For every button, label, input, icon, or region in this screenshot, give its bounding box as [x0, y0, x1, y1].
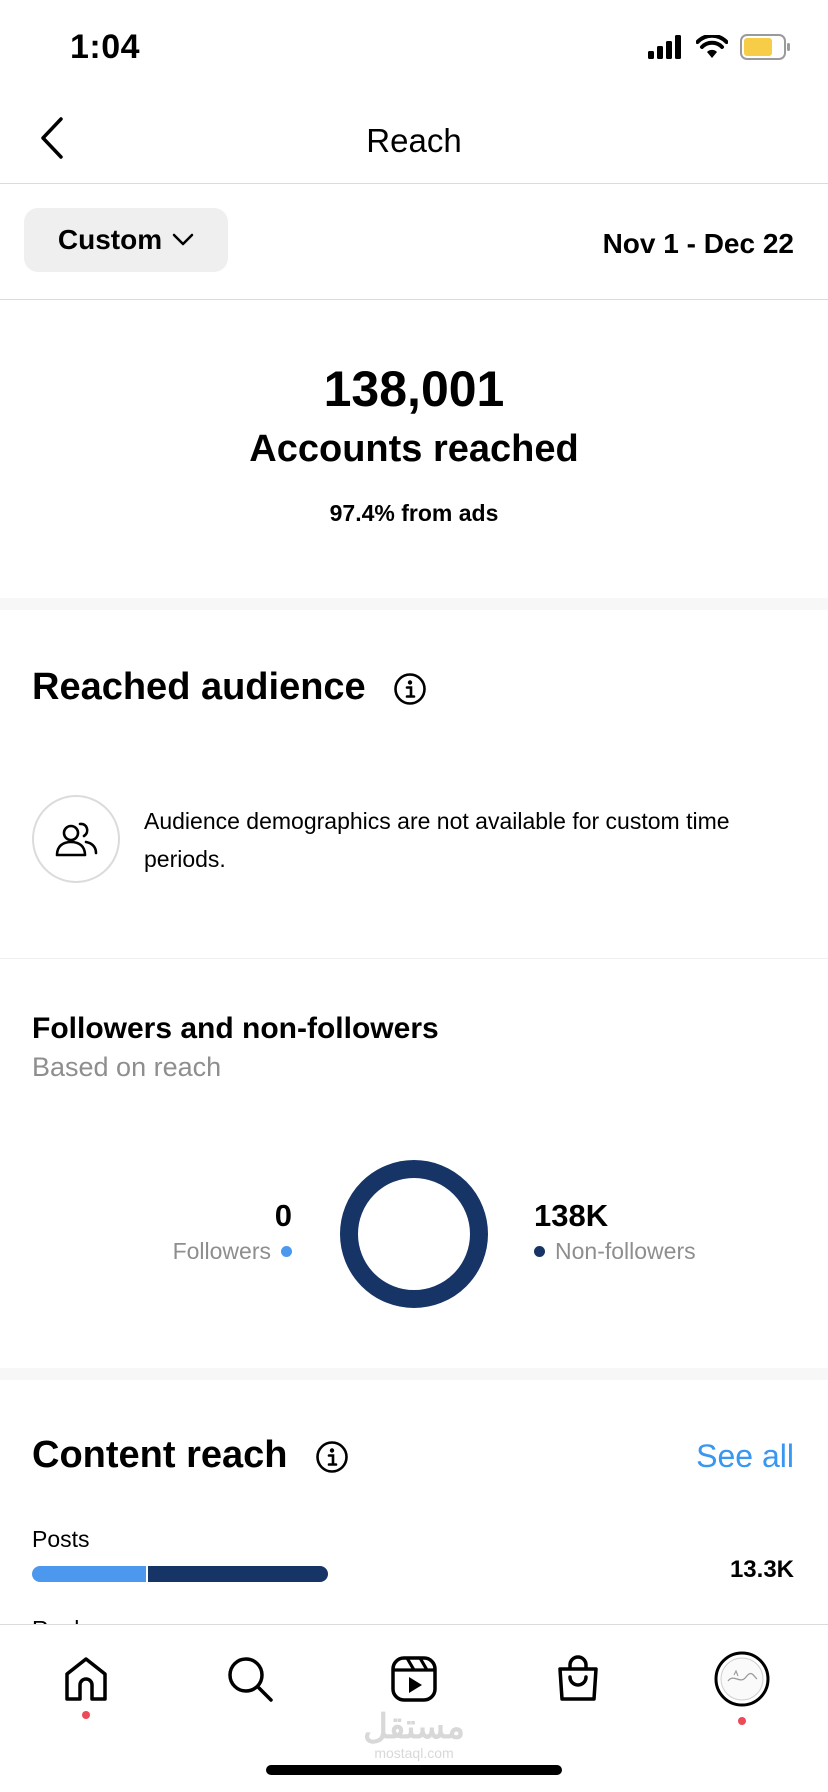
posts-label: Posts: [32, 1526, 90, 1552]
followers-donut-chart: [340, 1160, 488, 1308]
tab-reels[interactable]: [382, 1647, 446, 1711]
nav-bar: Reach: [0, 96, 828, 184]
home-icon: [65, 1657, 107, 1701]
followers-legend: Followers: [173, 1238, 292, 1265]
search-icon: [228, 1657, 273, 1702]
custom-range-button[interactable]: Custom: [24, 208, 228, 272]
signal-icon: [648, 35, 681, 59]
info-icon[interactable]: [393, 672, 427, 706]
reached-audience-title: Reached audience: [32, 666, 366, 708]
section-divider: [0, 598, 828, 610]
followers-label: Followers: [172, 1238, 271, 1264]
battery-icon: [740, 34, 790, 60]
tab-home[interactable]: [54, 1647, 118, 1711]
followers-dot: [281, 1246, 292, 1257]
non-followers-legend: Non-followers: [534, 1238, 696, 1265]
non-followers-label: Non-followers: [555, 1238, 696, 1264]
posts-reach-bar: [32, 1566, 328, 1582]
audience-icon-circle: [32, 795, 120, 883]
date-range: Nov 1 - Dec 22: [602, 228, 794, 259]
followers-value: 0: [274, 1198, 292, 1233]
accounts-reached-value: 138,001: [323, 361, 505, 417]
content-reach-title: Content reach: [32, 1434, 288, 1476]
reach-summary: 138,001 Accounts reached 97.4% from ads: [0, 300, 828, 598]
watermark-arabic: مستقل: [363, 1708, 465, 1746]
donut-non-followers-arc: [340, 1160, 488, 1308]
see-all-link[interactable]: See all: [696, 1438, 794, 1475]
posts-bar-non-followers-segment: [148, 1566, 328, 1582]
section-divider: [0, 1368, 828, 1380]
profile-avatar: [714, 1651, 770, 1707]
shop-icon: [558, 1655, 598, 1701]
watermark: مستقل mostaql.com: [0, 1707, 828, 1761]
posts-bar-followers-segment: [32, 1566, 146, 1582]
demographics-message: Audience demographics are not available …: [144, 808, 730, 872]
wifi-icon: [696, 35, 728, 58]
status-bar: 1:04: [0, 0, 828, 96]
tab-shop[interactable]: [546, 1647, 610, 1711]
posts-value: 13.3K: [729, 1556, 794, 1583]
non-followers-dot: [534, 1246, 545, 1257]
followers-section-subtitle: Based on reach: [32, 1052, 222, 1082]
custom-range-label: Custom: [57, 224, 163, 255]
non-followers-value: 138K: [534, 1198, 609, 1233]
tab-bar: مستقل mostaql.com: [0, 1624, 828, 1792]
accounts-reached-label: Accounts reached: [249, 428, 579, 470]
filter-row: Custom Nov 1 - Dec 22: [0, 184, 828, 300]
page-title: Reach: [366, 122, 462, 159]
status-icons: [648, 34, 792, 60]
reels-icon: [391, 1656, 437, 1702]
users-icon: [55, 822, 98, 857]
tab-profile[interactable]: [710, 1647, 774, 1711]
home-indicator[interactable]: [266, 1765, 562, 1775]
followers-section-title: Followers and non-followers: [32, 1012, 439, 1045]
info-icon[interactable]: [315, 1440, 349, 1474]
tab-search[interactable]: [218, 1647, 282, 1711]
ads-percentage: 97.4% from ads: [329, 500, 499, 526]
watermark-latin: mostaql.com: [374, 1745, 454, 1761]
status-time: 1:04: [70, 28, 141, 66]
section-divider: [0, 958, 828, 959]
chevron-down-icon: [172, 233, 194, 246]
